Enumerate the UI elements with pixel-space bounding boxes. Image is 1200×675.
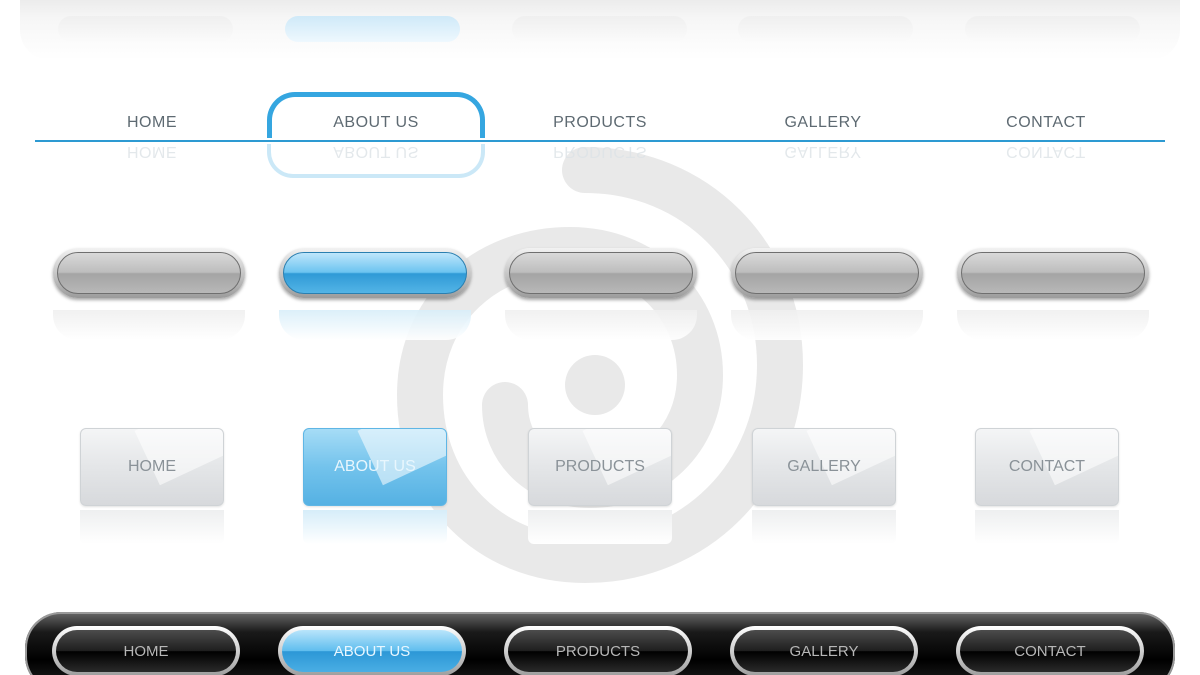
top-slot — [58, 16, 233, 42]
pill-button-face — [57, 252, 241, 294]
dark-button-about-us[interactable]: ABOUT US — [278, 626, 466, 675]
pill-reflection — [731, 310, 923, 340]
pill-reflection-active — [279, 310, 471, 340]
navigation-button-showcase: HOME HOME ABOUT US ABOUT US PRODUCTS PRO… — [0, 0, 1200, 675]
square-button-label: GALLERY — [787, 458, 861, 475]
square-button-label: CONTACT — [1008, 458, 1086, 475]
menu-item-label: CONTACT — [1006, 114, 1086, 131]
pill-reflection — [505, 310, 697, 340]
menu-item-home[interactable]: HOME HOME — [52, 114, 252, 160]
square-button-home[interactable]: HOME — [80, 428, 224, 506]
square-button-gallery[interactable]: GALLERY — [752, 428, 896, 506]
top-slot — [965, 16, 1140, 42]
square-button-about-us[interactable]: ABOUT US — [303, 428, 447, 506]
menu-item-reflection: HOME — [127, 143, 177, 160]
square-button-products[interactable]: PRODUCTS — [528, 428, 672, 506]
dark-button-home[interactable]: HOME — [52, 626, 240, 675]
menu-item-label: GALLERY — [784, 114, 862, 131]
square-button-label: HOME — [128, 458, 176, 475]
menu-item-reflection: PRODUCTS — [553, 143, 647, 160]
menu-item-reflection: CONTACT — [1006, 143, 1086, 160]
pill-button-contact[interactable] — [957, 248, 1149, 298]
dark-button-label: CONTACT — [960, 630, 1140, 672]
pill-button-products[interactable] — [505, 248, 697, 298]
menu-item-about-us[interactable]: ABOUT US ABOUT US — [276, 114, 476, 160]
dark-button-label: HOME — [56, 630, 236, 672]
dark-button-contact[interactable]: CONTACT — [956, 626, 1144, 675]
pill-reflection — [53, 310, 245, 340]
dark-button-products[interactable]: PRODUCTS — [504, 626, 692, 675]
top-slot — [512, 16, 687, 42]
square-reflection — [528, 510, 672, 544]
dark-button-label: ABOUT US — [282, 630, 462, 672]
top-slot — [738, 16, 913, 42]
pill-reflection — [957, 310, 1149, 340]
pill-button-about-us[interactable] — [279, 248, 471, 298]
menu-item-label: PRODUCTS — [553, 114, 647, 131]
square-button-contact[interactable]: CONTACT — [975, 428, 1119, 506]
square-reflection-active — [303, 510, 447, 544]
square-button-label: ABOUT US — [334, 458, 416, 475]
dark-button-label: GALLERY — [734, 630, 914, 672]
menu-item-gallery[interactable]: GALLERY GALLERY — [723, 114, 923, 160]
top-reflection-strip — [20, 0, 1180, 60]
menu-item-products[interactable]: PRODUCTS PRODUCTS — [500, 114, 700, 160]
menu-item-label: ABOUT US — [333, 114, 419, 131]
square-reflection — [752, 510, 896, 544]
pill-button-home[interactable] — [53, 248, 245, 298]
menu-item-reflection: ABOUT US — [333, 143, 419, 160]
square-reflection — [975, 510, 1119, 544]
pill-button-face — [283, 252, 467, 294]
dark-button-gallery[interactable]: GALLERY — [730, 626, 918, 675]
top-slot-active — [285, 16, 460, 42]
menu-item-contact[interactable]: CONTACT CONTACT — [946, 114, 1146, 160]
square-reflection — [80, 510, 224, 544]
menu-item-reflection: GALLERY — [784, 143, 862, 160]
square-button-label: PRODUCTS — [555, 458, 645, 475]
pill-button-face — [735, 252, 919, 294]
text-menu-row: HOME HOME ABOUT US ABOUT US PRODUCTS PRO… — [35, 92, 1165, 180]
pill-button-face — [509, 252, 693, 294]
pill-button-gallery[interactable] — [731, 248, 923, 298]
menu-item-label: HOME — [127, 114, 177, 131]
pill-button-face — [961, 252, 1145, 294]
dark-button-label: PRODUCTS — [508, 630, 688, 672]
